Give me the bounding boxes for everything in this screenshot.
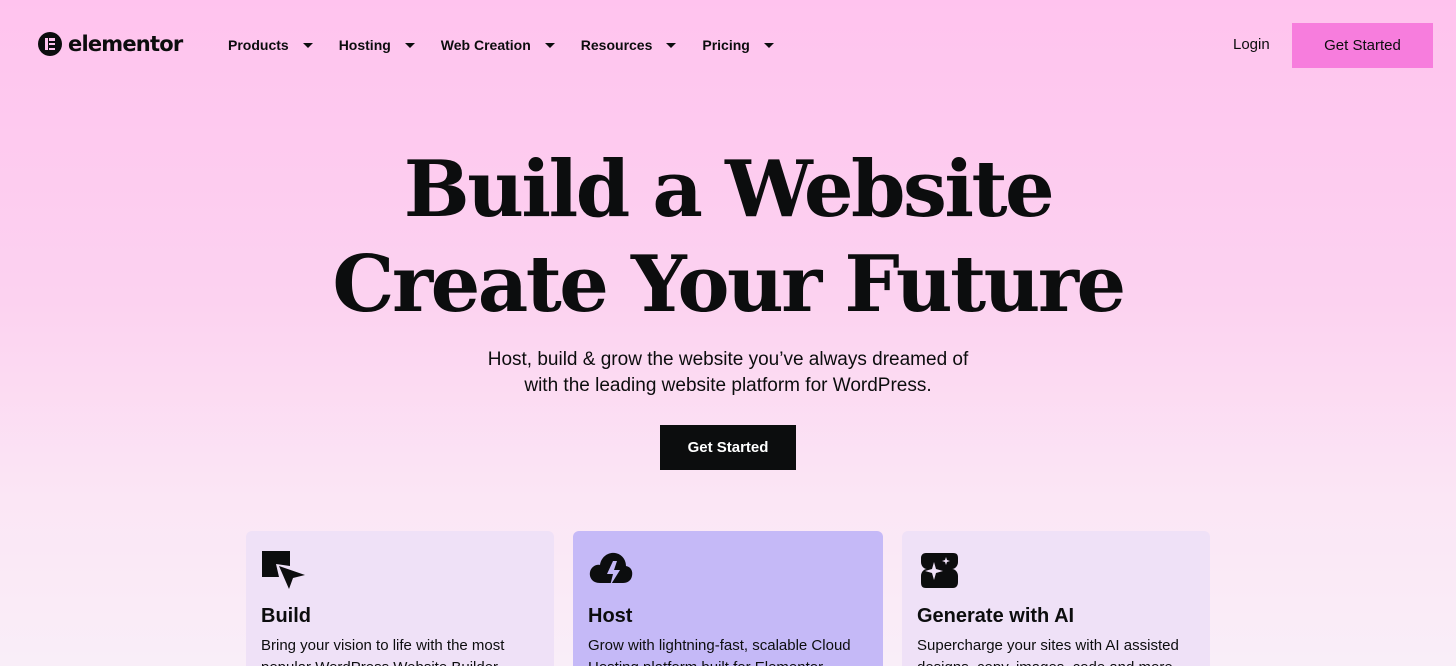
feature-card-build[interactable]: Build Bring your vision to life with the… — [246, 531, 554, 666]
nav-item-label: Web Creation — [440, 37, 531, 53]
top-nav: elementor Products Hosting Web Creation … — [0, 0, 1456, 90]
hero-subtitle: Host, build & grow the website you’ve al… — [0, 347, 1456, 399]
card-text: Supercharge your sites with AI assisted … — [917, 637, 1179, 666]
card-text: Bring your vision to life with the most … — [261, 637, 505, 666]
ai-sparkle-icon — [921, 553, 958, 588]
main-menu: Products Hosting Web Creation Resources … — [228, 35, 800, 55]
cloud-bolt-icon — [589, 552, 633, 586]
brand-name: elementor — [68, 32, 183, 56]
nav-item-hosting[interactable]: Hosting — [339, 35, 415, 55]
login-link[interactable]: Login — [1233, 35, 1270, 55]
chevron-down-icon — [544, 42, 555, 48]
card-title: Generate with AI — [917, 605, 1075, 627]
brand-logo[interactable]: elementor — [38, 32, 183, 56]
nav-item-label: Hosting — [338, 37, 391, 53]
chevron-down-icon — [404, 42, 415, 48]
get-started-button-hero[interactable]: Get Started — [660, 425, 796, 470]
hero-title: Build a Website Create Your Future — [0, 142, 1456, 332]
card-title: Host — [588, 605, 633, 627]
card-title: Build — [261, 605, 311, 627]
hero-title-line-2: Create Your Future — [332, 239, 1126, 330]
nav-item-pricing[interactable]: Pricing — [702, 35, 774, 55]
nav-item-resources[interactable]: Resources — [581, 35, 677, 55]
chevron-down-icon — [302, 42, 313, 48]
feature-card-host[interactable]: Host Grow with lightning-fast, scalable … — [573, 531, 883, 666]
nav-item-label: Resources — [580, 37, 653, 53]
card-text: Grow with lightning-fast, scalable Cloud… — [588, 637, 851, 666]
chevron-down-icon — [666, 42, 677, 48]
hero-title-line-1: Build a Website — [403, 144, 1055, 235]
nav-item-products[interactable]: Products — [228, 35, 313, 55]
build-icon — [262, 551, 305, 589]
feature-card-ai[interactable]: Generate with AI Supercharge your sites … — [902, 531, 1210, 666]
hero-subtitle-line-1: Host, build & grow the website you’ve al… — [487, 349, 969, 370]
nav-item-label: Pricing — [702, 37, 750, 53]
elementor-logo-icon — [38, 32, 62, 56]
get-started-button-nav[interactable]: Get Started — [1292, 23, 1433, 68]
nav-item-web-creation[interactable]: Web Creation — [441, 35, 555, 55]
hero-subtitle-line-2: with the leading website platform for Wo… — [524, 375, 932, 396]
chevron-down-icon — [763, 42, 774, 48]
nav-item-label: Products — [228, 37, 289, 53]
